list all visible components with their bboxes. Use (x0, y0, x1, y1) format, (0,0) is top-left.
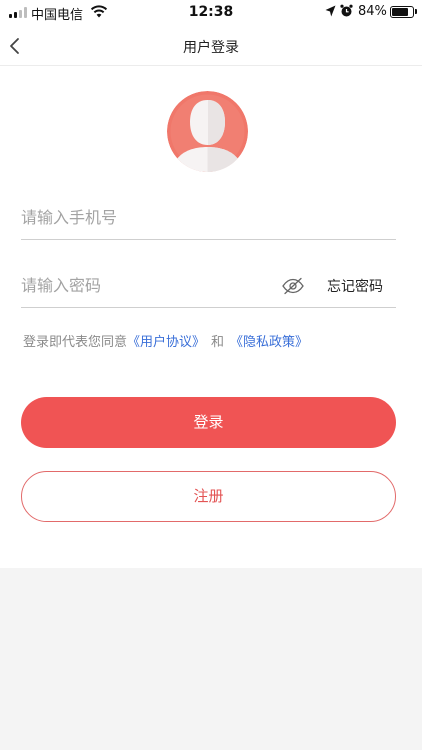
privacy-policy-link[interactable]: 《隐私政策》 (230, 335, 308, 350)
page-title: 用户登录 (183, 40, 239, 56)
battery-icon (390, 6, 414, 18)
login-screen: 中国电信 12:38 84% 用户登录 请输入手机号 忘记密码 登录即代表您同意… (0, 0, 422, 750)
battery-fill (392, 8, 408, 16)
alarm-icon (340, 4, 353, 17)
phone-input[interactable] (21, 202, 396, 232)
agreement-text: 登录即代表您同意《用户协议》和《隐私政策》 (23, 331, 308, 350)
password-input[interactable] (21, 270, 271, 300)
login-button[interactable]: 登录 (21, 397, 396, 448)
register-button[interactable]: 注册 (21, 471, 396, 522)
user-agreement-link[interactable]: 《用户协议》 (127, 335, 205, 350)
location-icon (325, 5, 336, 17)
nav-bar: 用户登录 (0, 26, 422, 66)
battery-percent: 84% (358, 4, 387, 19)
eye-hidden-icon[interactable] (281, 276, 305, 296)
password-field: 忘记密码 (21, 264, 396, 308)
agreement-prefix: 登录即代表您同意 (23, 335, 128, 350)
default-avatar-icon (167, 91, 248, 172)
battery-tip (415, 9, 417, 14)
forgot-password-link[interactable]: 忘记密码 (327, 276, 383, 296)
status-bar: 中国电信 12:38 84% (0, 0, 422, 26)
phone-field (21, 196, 396, 240)
agreement-and: 和 (211, 335, 225, 350)
